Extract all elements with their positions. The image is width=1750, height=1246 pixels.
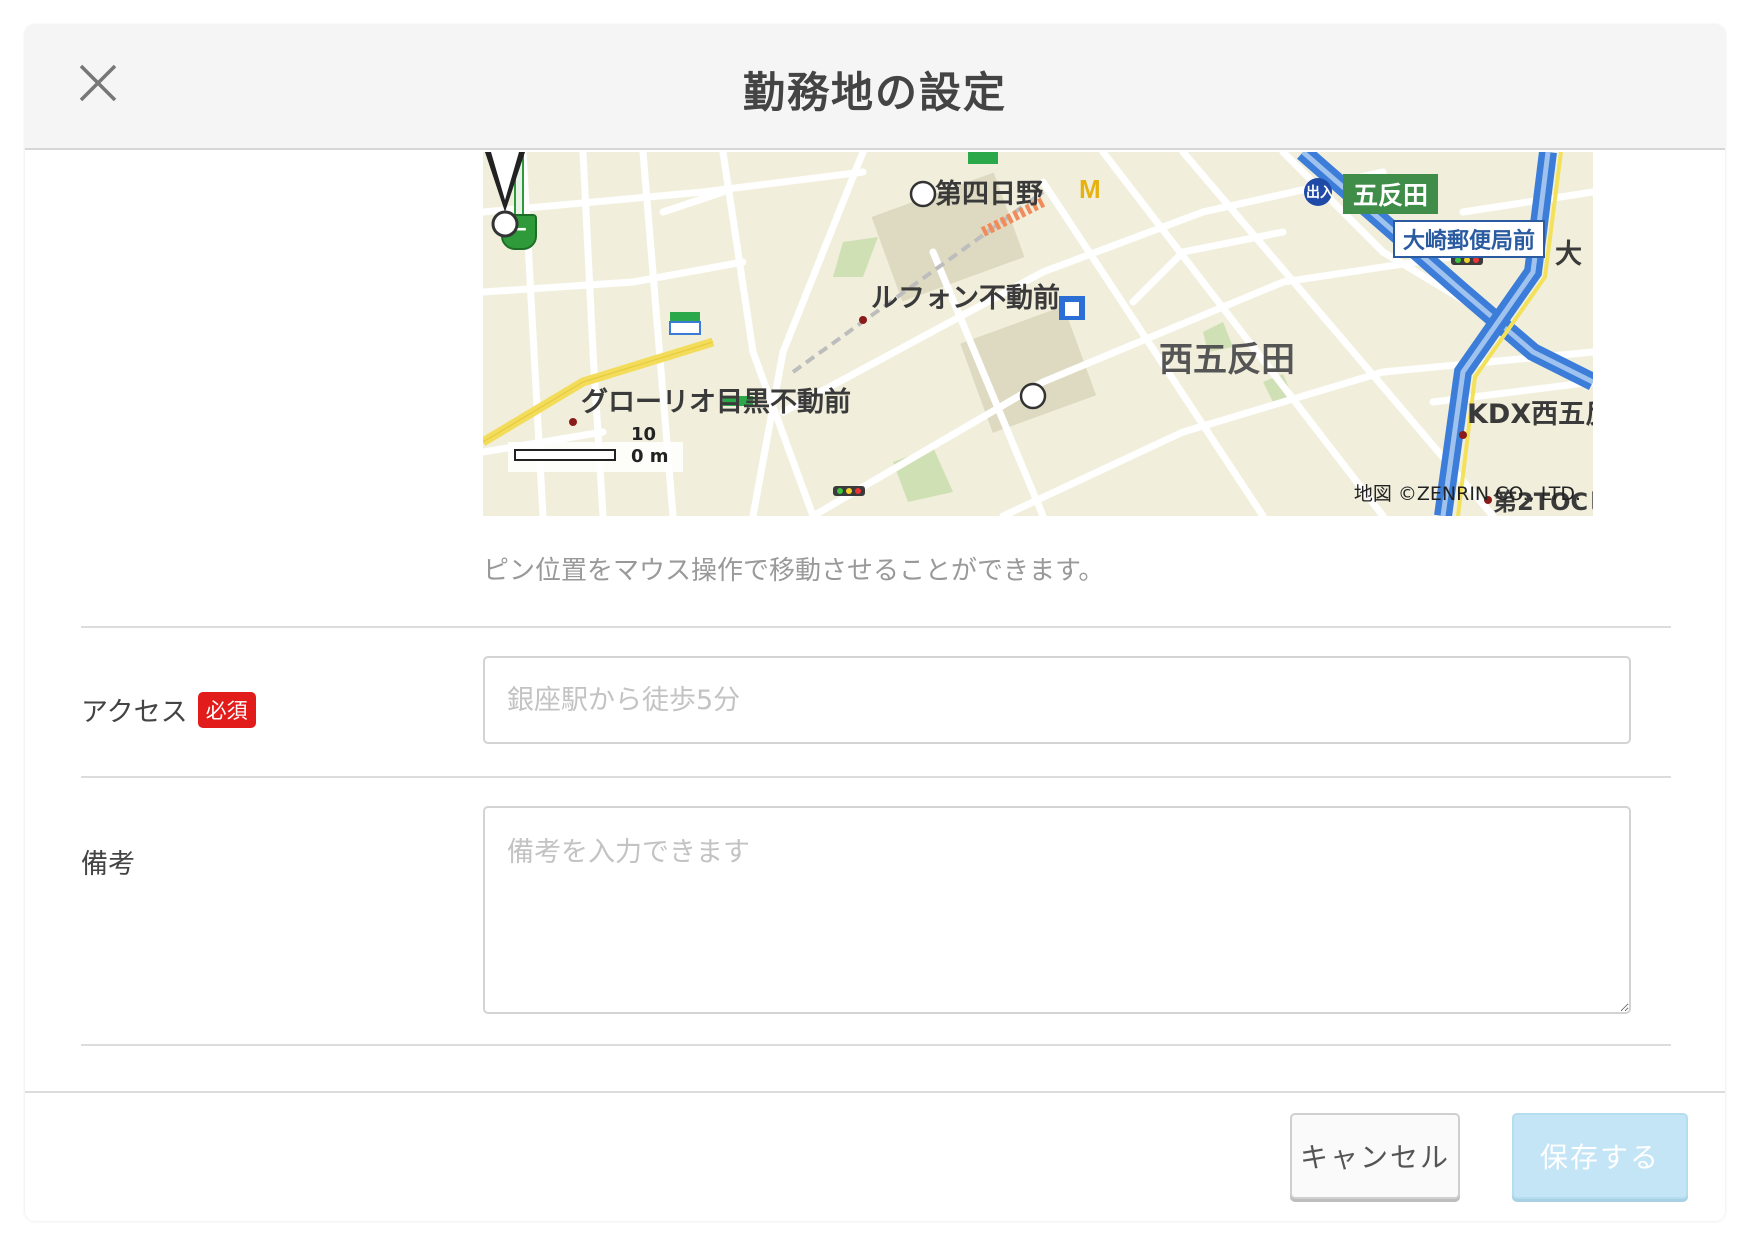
access-label-text: アクセス — [81, 697, 188, 728]
work-location-modal: 勤務地の設定 M − 第四日野 ルフォン不動前 グローリオ目黒不動前 西五反田 … — [25, 25, 1725, 1221]
map-label: グローリオ目黒不動前 — [581, 387, 851, 418]
location-pin-icon[interactable] — [483, 152, 527, 242]
map-area-label: 西五反田 — [1159, 340, 1295, 380]
map-label: 第四日野 — [935, 179, 1043, 210]
map-label: KDX西五反 — [1467, 399, 1593, 430]
notes-label: 備考 — [81, 849, 135, 880]
modal-body: M − 第四日野 ルフォン不動前 グローリオ目黒不動前 西五反田 五反田 出入 … — [25, 152, 1725, 1117]
divider — [81, 1044, 1671, 1046]
map-station-label: 五反田 — [1343, 174, 1439, 214]
access-input[interactable] — [483, 656, 1631, 744]
map-label: 大 — [1555, 239, 1582, 270]
save-button[interactable]: 保存する — [1512, 1113, 1688, 1199]
location-map[interactable]: M − 第四日野 ルフォン不動前 グローリオ目黒不動前 西五反田 五反田 出入 … — [483, 152, 1593, 516]
required-badge: 必須 — [197, 692, 256, 728]
map-scale-unit: 0 m — [631, 446, 669, 467]
notes-textarea[interactable] — [483, 806, 1631, 1014]
cancel-button[interactable]: キャンセル — [1290, 1113, 1460, 1199]
map-credit: 地図 ©ZENRIN CO., LTD. — [1353, 483, 1581, 505]
map-scale-value: 10 — [631, 424, 657, 445]
map-exit-label: 出入 — [1306, 185, 1334, 201]
modal-title: 勤務地の設定 — [742, 68, 1007, 117]
divider — [81, 776, 1671, 778]
svg-text:M: M — [1079, 174, 1101, 204]
map-hint-text: ピン位置をマウス操作で移動させることができます。 — [483, 556, 1105, 586]
modal-header: 勤務地の設定 — [25, 25, 1725, 150]
map-label: ルフォン不動前 — [871, 283, 1060, 314]
map-post-office-label: 大崎郵便局前 — [1393, 220, 1546, 258]
access-label: アクセス 必須 — [81, 690, 256, 729]
divider — [81, 626, 1671, 628]
modal-footer: キャンセル 保存する — [25, 1091, 1725, 1221]
